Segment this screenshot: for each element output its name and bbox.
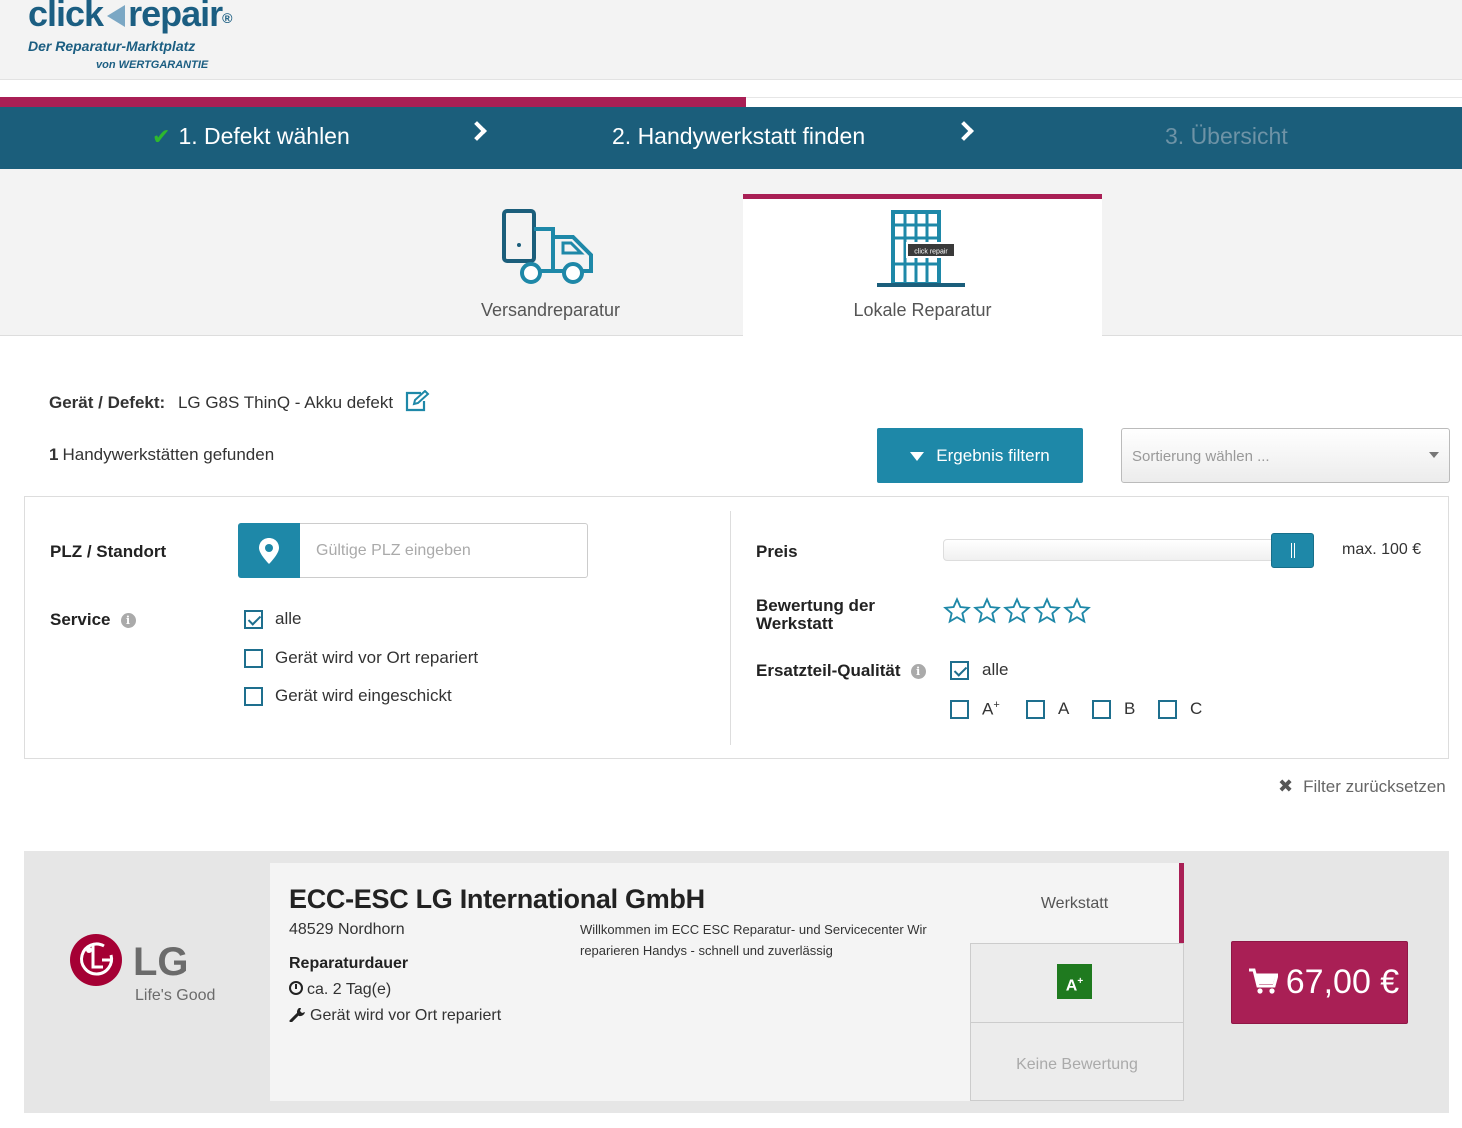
step-2: 2. Handywerkstatt finden xyxy=(612,123,866,149)
quality-c-checkbox[interactable] xyxy=(1158,700,1177,719)
plz-field-group xyxy=(238,523,588,578)
lg-wordmark: LG xyxy=(133,940,189,984)
truck-phone-icon xyxy=(502,209,593,284)
reset-filters-link[interactable]: ✖ Filter zurücksetzen xyxy=(1278,776,1446,797)
service-all-checkbox[interactable] xyxy=(244,610,263,629)
results-count: 1 Handywerkstätten gefunden xyxy=(49,445,274,465)
lg-slogan: Life's Good xyxy=(135,987,215,1004)
star-icon xyxy=(1033,597,1061,624)
quality-b-label: B xyxy=(1124,699,1136,718)
edit-icon[interactable] xyxy=(404,389,430,417)
service-vor-ort-checkbox[interactable] xyxy=(244,649,263,668)
clock-icon xyxy=(289,981,303,995)
close-icon: ✖ xyxy=(1278,776,1294,796)
star-icon xyxy=(973,597,1001,624)
service-label-row: Service i xyxy=(50,610,136,630)
quality-cell: A+ xyxy=(970,943,1184,1022)
filter-results-button[interactable]: Ergebnis filtern xyxy=(877,428,1083,483)
price-label: Preis xyxy=(756,542,798,561)
step-3: 3. Übersicht xyxy=(1165,123,1288,149)
plz-label: PLZ / Standort xyxy=(50,542,167,561)
rating-cell: Keine Bewertung xyxy=(970,1022,1184,1101)
add-to-cart-price-button[interactable]: 67,00 € xyxy=(1231,941,1408,1024)
wrench-icon xyxy=(289,1008,305,1023)
service-vor-ort-label: Gerät wird vor Ort repariert xyxy=(275,648,479,667)
quality-aplus-checkbox[interactable] xyxy=(950,700,969,719)
duration-row: ca. 2 Tag(e) xyxy=(289,981,391,999)
quality-a-checkbox[interactable] xyxy=(1026,700,1045,719)
result-side: Werkstatt A+ Keine Bewertung xyxy=(970,863,1184,1101)
tab-lokale-reparatur[interactable]: click repair Lokale Reparatur xyxy=(743,194,1102,337)
building-sign-text: click repair xyxy=(914,249,948,256)
info-icon[interactable]: i xyxy=(910,664,926,679)
price-max-value: max. 100 € xyxy=(1342,541,1422,558)
tab-versandreparatur[interactable]: Versandreparatur xyxy=(371,194,730,336)
service-eingeschickt-checkbox[interactable] xyxy=(244,687,263,706)
progress-bar xyxy=(0,97,746,107)
quality-all-checkbox[interactable] xyxy=(950,661,969,680)
chevron-right-icon xyxy=(954,121,974,141)
filter-icon xyxy=(910,451,925,461)
star-icon xyxy=(1063,597,1091,624)
results-count-number: 1 xyxy=(49,445,59,464)
service-row: Gerät wird vor Ort repariert xyxy=(289,1006,501,1025)
star-icon xyxy=(1003,597,1031,624)
filter-panel: PLZ / Standort Service i alle Gerät wird … xyxy=(24,496,1449,759)
price-slider-handle[interactable] xyxy=(1271,533,1314,568)
step-navigation: ✔ 1. Defekt wählen 2. Handywerkstatt find… xyxy=(0,107,1462,169)
check-icon: ✔ xyxy=(152,124,171,149)
device-label: Gerät / Defekt: xyxy=(49,392,166,412)
divider xyxy=(730,511,731,745)
service-label: Service xyxy=(50,610,111,629)
plz-input[interactable] xyxy=(301,524,587,577)
info-icon[interactable]: i xyxy=(120,613,136,628)
sort-select[interactable]: Sortierung wählen ... xyxy=(1121,428,1450,483)
map-pin-icon xyxy=(259,538,279,564)
lg-logo: LG Life's Good xyxy=(70,934,215,1004)
tab-label: Versandreparatur xyxy=(480,300,621,320)
service-eingeschickt-label: Gerät wird eingeschickt xyxy=(275,686,452,705)
rating-label: Bewertung der Werkstatt xyxy=(756,596,876,633)
caret-down-icon xyxy=(1429,452,1439,458)
step-1[interactable]: ✔ 1. Defekt wählen xyxy=(152,123,350,150)
quality-aplus-label: A+ xyxy=(982,699,1000,719)
tab-label: Lokale Reparatur xyxy=(853,300,992,320)
quality-badge: A+ xyxy=(1057,964,1092,999)
building-icon: click repair xyxy=(877,210,965,287)
device-defect-line: Gerät / Defekt: LG G8S ThinQ - Akku defe… xyxy=(49,389,430,417)
workshop-description: Willkommen im ECC ESC Reparatur- und Ser… xyxy=(580,922,927,958)
results-count-text: Handywerkstätten gefunden xyxy=(62,445,275,464)
workshop-name[interactable]: ECC-ESC LG International GmbH xyxy=(289,884,705,915)
duration-heading: Reparaturdauer xyxy=(289,955,409,972)
logo-byline: von WERTGARANTIE xyxy=(96,59,209,71)
sort-placeholder: Sortierung wählen ... xyxy=(1132,448,1270,465)
cart-icon xyxy=(1248,968,1279,994)
quality-b-checkbox[interactable] xyxy=(1092,700,1111,719)
logo-wordmark: click repair® xyxy=(28,0,233,34)
result-details[interactable]: ECC-ESC LG International GmbH 48529 Nord… xyxy=(270,863,971,1101)
quality-all-label: alle xyxy=(982,660,1009,679)
service-all-label: alle xyxy=(275,609,302,628)
logo-tagline: Der Reparatur-Marktplatz xyxy=(28,38,196,54)
location-pin-button[interactable] xyxy=(238,523,300,578)
workshop-city: 48529 Nordhorn xyxy=(289,921,405,938)
logo-arrow-icon xyxy=(107,5,126,28)
chevron-right-icon xyxy=(467,121,487,141)
site-header: click repair® Der Reparatur-Marktplatz vo… xyxy=(0,0,1462,80)
quality-c-label: C xyxy=(1190,699,1203,718)
device-value: LG G8S ThinQ - Akku defekt xyxy=(177,392,394,412)
price-slider-track[interactable] xyxy=(943,539,1283,561)
workshop-type: Werkstatt xyxy=(970,863,1184,943)
result-card: LG Life's Good ECC-ESC LG International … xyxy=(24,851,1449,1113)
clickrepair-logo[interactable]: click repair® Der Reparatur-Marktplatz vo… xyxy=(28,0,233,71)
repair-type-tabs: Versandreparatur click repair Lokale Rep… xyxy=(0,169,1462,337)
quality-label-row: Ersatzteil-Qualität i xyxy=(756,661,926,681)
star-icon xyxy=(943,597,971,624)
quality-a-label: A xyxy=(1058,699,1070,718)
rating-stars[interactable] xyxy=(943,597,1093,630)
quality-label: Ersatzteil-Qualität xyxy=(756,661,901,680)
